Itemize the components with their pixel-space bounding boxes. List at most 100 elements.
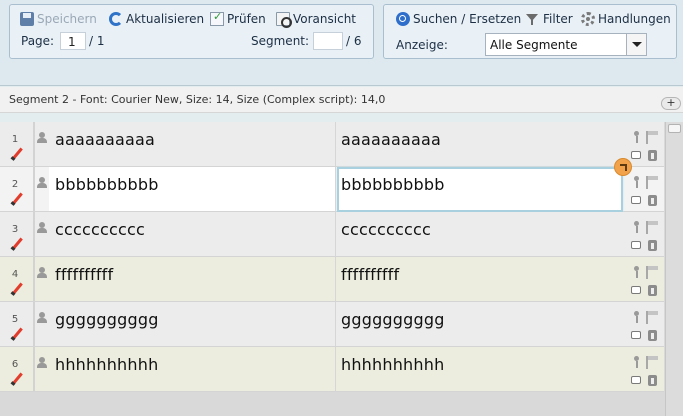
- preview-label: Voransicht: [293, 12, 357, 26]
- display-select[interactable]: Alle Segmente: [485, 33, 647, 56]
- actions-button[interactable]: Handlungen: [581, 10, 671, 28]
- info-icon[interactable]: [648, 195, 657, 206]
- target-cell[interactable]: cccccccccc: [337, 212, 623, 256]
- comment-icon[interactable]: [631, 241, 641, 249]
- segment-row[interactable]: 6 hhhhhhhhhh hhhhhhhhhh: [0, 347, 664, 392]
- edit-toolbar-group: Speichern Aktualisieren Prüfen Voransich…: [9, 4, 374, 59]
- divider: [33, 122, 35, 166]
- segment-row[interactable]: 3 cccccccccc cccccccccc: [0, 212, 664, 257]
- pencil-icon[interactable]: [11, 283, 23, 295]
- user-icon: [37, 222, 47, 234]
- scrollbar-thumb[interactable]: [668, 124, 681, 133]
- pin-icon[interactable]: [633, 266, 640, 278]
- expand-button[interactable]: +: [661, 97, 681, 110]
- flag-icon[interactable]: [646, 356, 658, 369]
- info-icon[interactable]: [648, 150, 657, 161]
- user-icon: [37, 312, 47, 324]
- target-editor[interactable]: bbbbbbbbbb: [337, 167, 623, 212]
- segment-number: 1: [11, 134, 19, 145]
- target-text: bbbbbbbbbb: [341, 175, 445, 194]
- preview-icon: [276, 12, 292, 28]
- pin-icon[interactable]: [633, 356, 640, 368]
- segment-number: 5: [11, 314, 19, 325]
- pencil-icon[interactable]: [11, 238, 23, 250]
- target-cell[interactable]: gggggggggg: [337, 302, 623, 346]
- target-cell[interactable]: aaaaaaaaaa: [337, 122, 623, 166]
- pencil-icon[interactable]: [11, 193, 23, 205]
- info-icon[interactable]: [648, 375, 657, 386]
- row-tools: [628, 212, 662, 256]
- source-text: ffffffffff: [55, 265, 114, 284]
- pin-icon[interactable]: [633, 131, 640, 143]
- segment-row[interactable]: 1 aaaaaaaaaa aaaaaaaaaa: [0, 122, 664, 167]
- row-tools: [628, 347, 662, 391]
- user-icon: [37, 177, 47, 189]
- comment-icon[interactable]: [631, 196, 641, 204]
- segment-number: 4: [11, 269, 19, 280]
- user-icon: [37, 132, 47, 144]
- target-cell[interactable]: ffffffffff: [337, 257, 623, 301]
- chevron-down-icon[interactable]: [626, 34, 646, 55]
- pin-icon[interactable]: [633, 311, 640, 323]
- user-icon: [37, 267, 47, 279]
- pencil-icon[interactable]: [11, 373, 23, 385]
- comment-icon[interactable]: [631, 376, 641, 384]
- vertical-scrollbar[interactable]: [665, 122, 683, 416]
- info-icon[interactable]: [648, 330, 657, 341]
- flag-icon[interactable]: [646, 266, 658, 279]
- filter-icon: [526, 12, 540, 26]
- source-text: cccccccccc: [55, 220, 145, 239]
- row-tools: [628, 302, 662, 346]
- flag-icon[interactable]: [646, 221, 658, 234]
- pin-icon[interactable]: [633, 176, 640, 188]
- divider: [33, 212, 35, 256]
- page-input[interactable]: [60, 32, 86, 50]
- comment-icon[interactable]: [631, 151, 641, 159]
- segment-row[interactable]: 5 gggggggggg gggggggggg: [0, 302, 664, 347]
- source-text: aaaaaaaaaa: [55, 130, 156, 149]
- check-button[interactable]: Prüfen: [210, 10, 266, 28]
- segment-total: / 6: [346, 34, 362, 48]
- segment-input[interactable]: [313, 32, 343, 50]
- pin-icon[interactable]: [633, 221, 640, 233]
- expand-icon: +: [666, 96, 676, 109]
- source-text: hhhhhhhhhh: [55, 355, 159, 374]
- comment-icon[interactable]: [631, 286, 641, 294]
- search-replace-label: Suchen / Ersetzen: [413, 12, 522, 26]
- target-cell[interactable]: hhhhhhhhhh: [337, 347, 623, 391]
- info-icon[interactable]: [648, 240, 657, 251]
- filter-button[interactable]: Filter: [526, 10, 573, 28]
- save-label: Speichern: [37, 12, 97, 26]
- save-button[interactable]: Speichern: [20, 10, 97, 28]
- check-label: Prüfen: [227, 12, 266, 26]
- segment-number: 6: [11, 359, 19, 370]
- page-total: / 1: [89, 34, 105, 48]
- segment-row[interactable]: 4 ffffffffff ffffffffff: [0, 257, 664, 302]
- flag-icon[interactable]: [646, 131, 658, 144]
- pencil-icon[interactable]: [11, 328, 23, 340]
- source-cell: gggggggggg: [49, 302, 336, 346]
- row-tools: [628, 122, 662, 166]
- preview-button[interactable]: Voransicht: [276, 10, 356, 28]
- search-replace-button[interactable]: Suchen / Ersetzen: [396, 10, 521, 28]
- segment-number: 2: [11, 179, 19, 190]
- flag-icon[interactable]: [646, 176, 658, 189]
- target-text: gggggggggg: [341, 310, 445, 329]
- search-toolbar-group: Suchen / Ersetzen Filter Handlungen Anze…: [383, 4, 677, 59]
- source-cell: aaaaaaaaaa: [49, 122, 336, 166]
- info-icon[interactable]: [648, 285, 657, 296]
- segment-row-active[interactable]: 2 bbbbbbbbbb bbbbbbbbbb: [0, 158, 664, 212]
- save-icon: [20, 12, 34, 26]
- actions-label: Handlungen: [598, 12, 671, 26]
- row-tools: [628, 257, 662, 301]
- refresh-button[interactable]: Aktualisieren: [109, 10, 204, 28]
- target-text: aaaaaaaaaa: [341, 130, 442, 149]
- refresh-icon: [109, 12, 123, 26]
- source-cell: bbbbbbbbbb: [49, 167, 336, 211]
- flag-icon[interactable]: [646, 311, 658, 324]
- divider: [33, 167, 35, 211]
- comment-icon[interactable]: [631, 331, 641, 339]
- source-text: gggggggggg: [55, 310, 159, 329]
- pencil-icon[interactable]: [11, 148, 23, 160]
- source-cell: hhhhhhhhhh: [49, 347, 336, 391]
